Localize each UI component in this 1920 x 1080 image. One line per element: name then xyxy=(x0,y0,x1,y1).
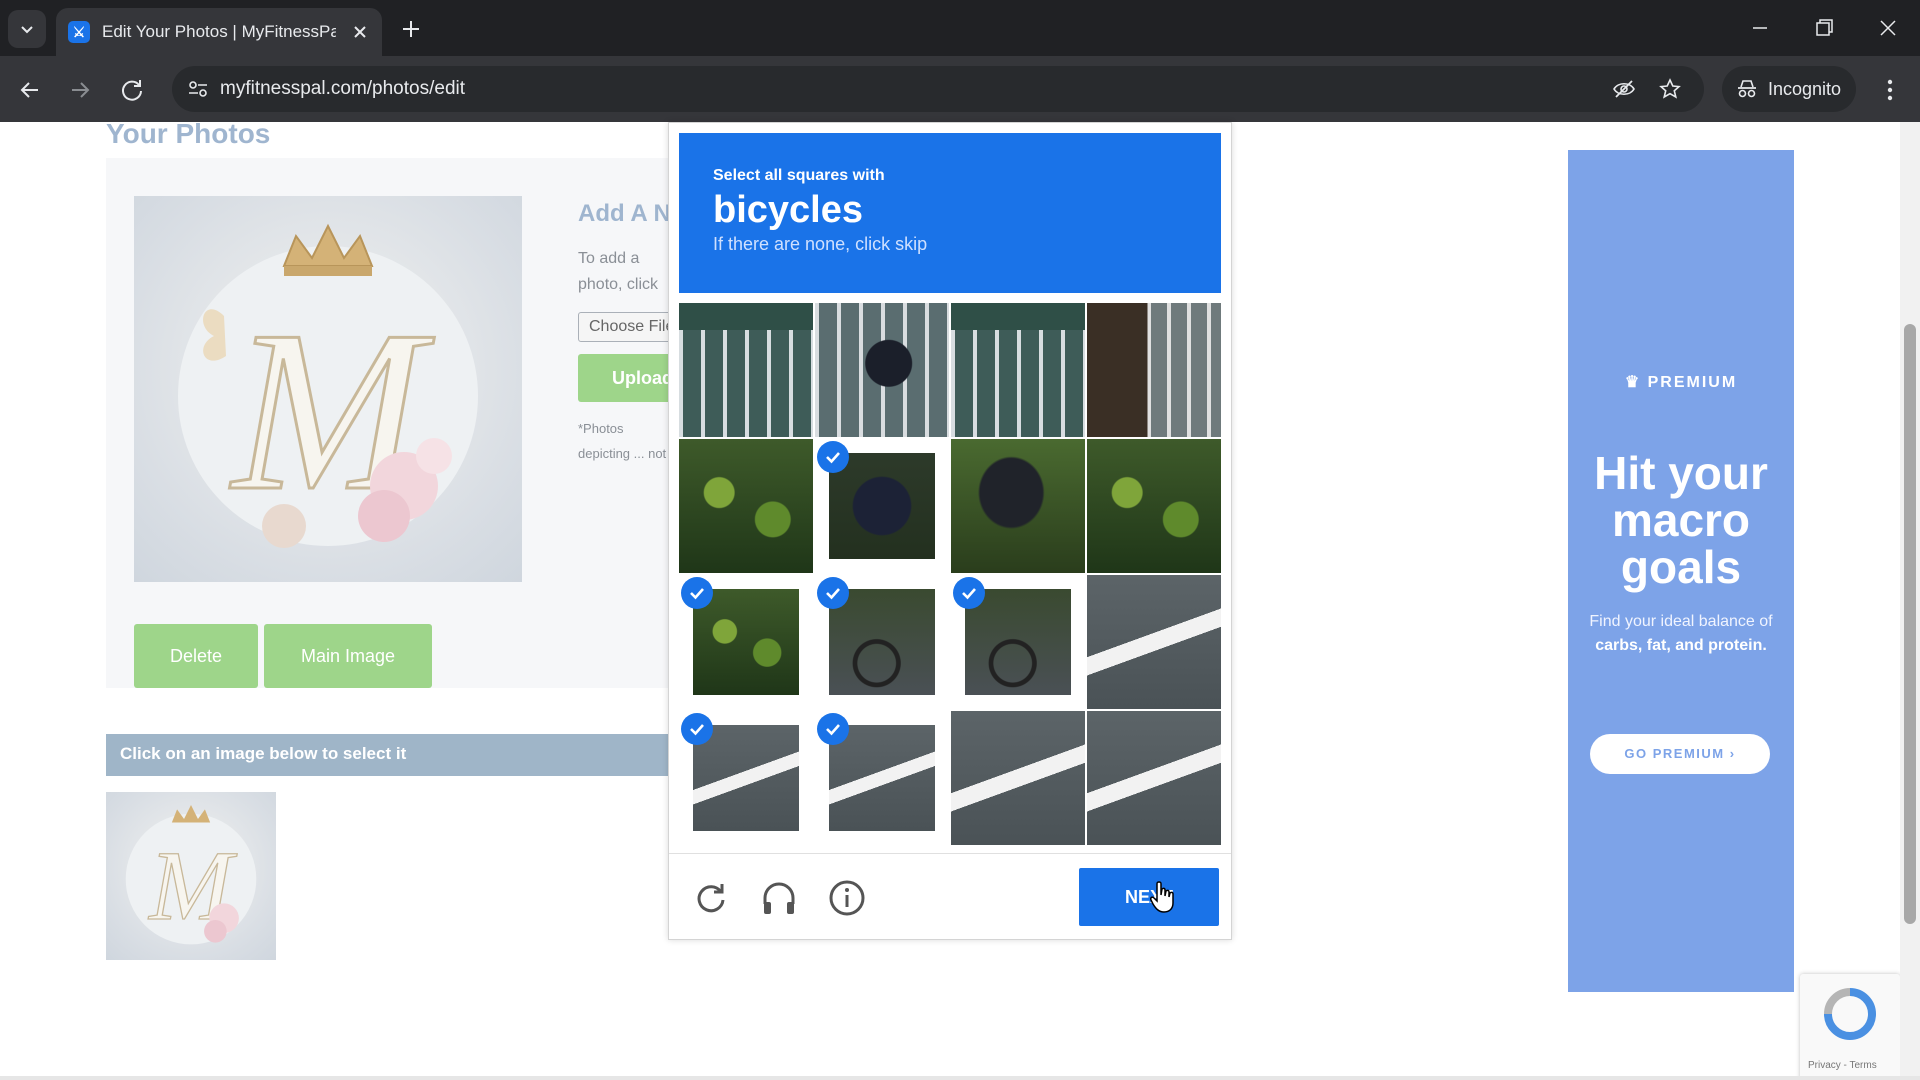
recaptcha-links[interactable]: Privacy - Terms xyxy=(1808,1060,1877,1071)
incognito-icon xyxy=(1738,80,1756,98)
captcha-tile[interactable] xyxy=(815,711,949,845)
checkmark-icon xyxy=(681,577,713,609)
horizontal-scroll-strip xyxy=(0,1076,1920,1080)
captcha-tile[interactable] xyxy=(679,575,813,709)
captcha-tile[interactable] xyxy=(679,439,813,573)
forward-arrow-icon[interactable] xyxy=(64,74,96,106)
captcha-tile[interactable] xyxy=(1087,575,1221,709)
captcha-tile[interactable] xyxy=(951,575,1085,709)
captcha-tile[interactable] xyxy=(1087,439,1221,573)
captcha-tile[interactable] xyxy=(1087,711,1221,845)
checkmark-icon xyxy=(817,577,849,609)
photo-thumbnail[interactable]: M xyxy=(106,792,276,960)
captcha-tile[interactable] xyxy=(951,303,1085,437)
monogram-crown-photo: M xyxy=(178,223,478,548)
captcha-tile[interactable] xyxy=(1087,303,1221,437)
recaptcha-badge[interactable]: Privacy - Terms xyxy=(1800,974,1900,1080)
captcha-tile[interactable] xyxy=(679,303,813,437)
minimize-window-icon[interactable] xyxy=(1742,12,1778,44)
captcha-tile-image xyxy=(951,439,1085,573)
captcha-tile[interactable] xyxy=(951,439,1085,573)
more-options-icon[interactable] xyxy=(1876,74,1904,106)
captcha-tile-image xyxy=(1087,303,1221,437)
checkmark-icon xyxy=(817,713,849,745)
captcha-instruction: Select all squares with xyxy=(713,167,885,184)
captcha-next-button[interactable]: NEXT xyxy=(1079,868,1219,926)
eye-slash-icon[interactable] xyxy=(1612,77,1636,101)
premium-ad-banner[interactable]: ♛ PREMIUM Hit your macro goals Find your… xyxy=(1568,150,1794,992)
captcha-tile-image xyxy=(829,589,935,695)
add-photo-heading: Add A New Photo xyxy=(578,200,668,227)
incognito-label: Incognito xyxy=(1768,78,1842,99)
chevron-right-icon: › xyxy=(1724,746,1736,761)
captcha-tile[interactable] xyxy=(815,303,949,437)
captcha-tile[interactable] xyxy=(815,439,949,573)
monogram-thumbnail-image: M xyxy=(125,805,257,945)
recaptcha-logo-icon xyxy=(1824,988,1876,1040)
main-photo[interactable]: M xyxy=(134,196,522,582)
captcha-tile[interactable] xyxy=(815,575,949,709)
reload-challenge-icon[interactable] xyxy=(691,878,731,918)
add-photo-instructions: To add a photo, click "Upload" xyxy=(578,250,659,293)
captcha-target-word: bicycles xyxy=(713,189,863,231)
captcha-tile-image xyxy=(1087,711,1221,845)
info-icon[interactable] xyxy=(827,878,867,918)
browser-tab-active[interactable]: ⚔ Edit Your Photos | MyFitnessPal.com xyxy=(56,8,382,56)
tab-title: Edit Your Photos | MyFitnessPal.com xyxy=(102,22,336,41)
captcha-tile-image xyxy=(815,303,949,437)
checkmark-icon xyxy=(817,441,849,473)
captcha-tile[interactable] xyxy=(951,711,1085,845)
captcha-tile-image xyxy=(951,711,1085,845)
checkmark-icon xyxy=(681,713,713,745)
page-title: Your Photos xyxy=(106,122,271,149)
ad-premium-label: ♛ PREMIUM xyxy=(1624,374,1738,391)
captcha-header: Select all squares with bicycles If ther… xyxy=(679,133,1221,293)
chevron-down-icon xyxy=(21,26,33,34)
myfitnesspal-favicon-icon: ⚔ xyxy=(68,21,90,43)
captcha-tile-image xyxy=(679,303,813,437)
restore-window-icon[interactable] xyxy=(1806,12,1842,44)
captcha-tile-image xyxy=(829,725,935,831)
photo-policy-note: *Photos depicting ... not allowed. xyxy=(578,421,667,461)
select-image-instruction-bar: Click on an image below to select it xyxy=(106,734,672,776)
site-info-icon[interactable] xyxy=(186,77,210,101)
hand-pointer-cursor-icon xyxy=(1150,881,1174,913)
captcha-tile-image xyxy=(693,589,799,695)
captcha-tile-image xyxy=(951,303,1085,437)
captcha-tile-image xyxy=(693,725,799,831)
ad-subtext: Find your ideal balance of carbs, fat, a… xyxy=(1589,613,1773,654)
new-tab-icon[interactable] xyxy=(396,14,426,44)
captcha-tile-image xyxy=(1087,575,1221,709)
browser-tab-bar: ⚔ Edit Your Photos | MyFitnessPal.com xyxy=(0,0,1920,56)
audio-challenge-headphones-icon[interactable] xyxy=(759,878,799,918)
page-scrollbar-thumb[interactable] xyxy=(1904,324,1916,924)
captcha-tile-image xyxy=(1087,439,1221,573)
back-arrow-icon[interactable] xyxy=(14,74,46,106)
url-text[interactable]: myfitnesspal.com/photos/edit xyxy=(220,78,465,100)
checkmark-icon xyxy=(953,577,985,609)
captcha-tile-image xyxy=(965,589,1071,695)
captcha-tile[interactable] xyxy=(679,711,813,845)
tab-search-button[interactable] xyxy=(8,10,46,48)
crown-icon: ♛ xyxy=(1624,374,1648,391)
bookmark-star-icon[interactable] xyxy=(1658,77,1682,101)
main-image-button[interactable]: Main Image xyxy=(264,624,432,688)
address-bar[interactable]: myfitnesspal.com/photos/edit xyxy=(172,66,1704,112)
captcha-footer: NEXT xyxy=(669,853,1231,939)
delete-button[interactable]: Delete xyxy=(134,624,258,688)
captcha-tile-image xyxy=(679,439,813,573)
captcha-hint: If there are none, click skip xyxy=(713,234,928,254)
captcha-tile-image xyxy=(829,453,935,559)
ad-headline: Hit your macro goals xyxy=(1594,447,1768,593)
incognito-indicator[interactable]: Incognito xyxy=(1722,66,1856,112)
captcha-image-grid xyxy=(679,303,1221,845)
reload-icon[interactable] xyxy=(116,74,148,106)
close-tab-icon[interactable] xyxy=(350,22,370,42)
close-window-icon[interactable] xyxy=(1870,12,1906,44)
captcha-challenge: Select all squares with bicycles If ther… xyxy=(668,122,1232,940)
go-premium-button[interactable]: GO PREMIUM › xyxy=(1590,734,1770,774)
